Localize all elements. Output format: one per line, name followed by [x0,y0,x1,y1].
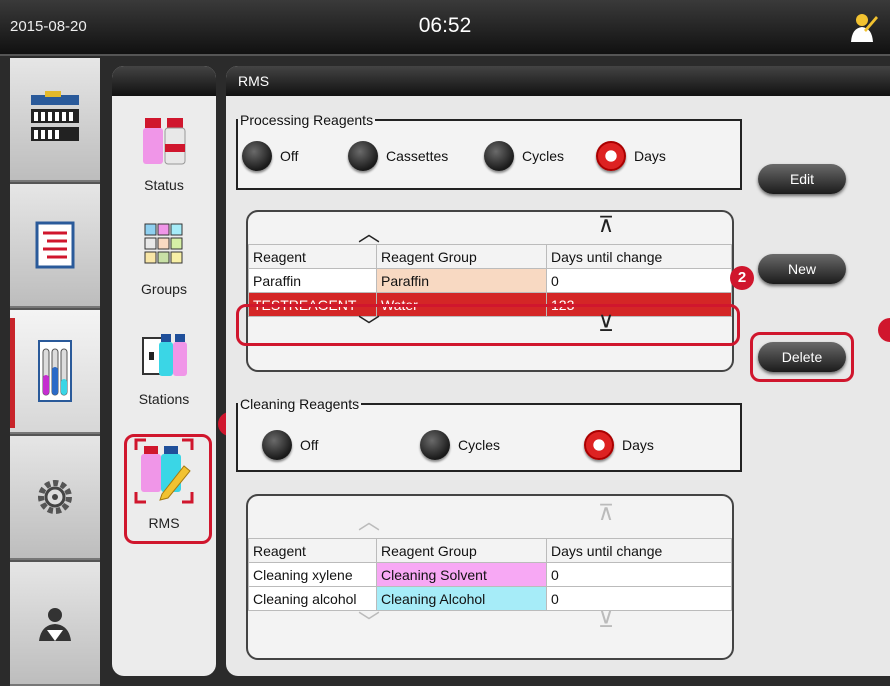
processing-option-days[interactable]: Days [596,141,666,171]
table-row[interactable]: Cleaning alcohol Cleaning Alcohol 0 [248,586,732,611]
radio-off-icon [420,430,450,460]
cleaning-option-cycles[interactable]: Cycles [420,430,500,460]
processing-option-cassettes[interactable]: Cassettes [348,141,448,171]
reagent-cell: Cleaning xylene [248,562,377,587]
gear-icon [38,480,72,514]
cleaning-reagents-table: ︿ ⊼ Reagent Reagent Group Days until cha… [246,494,734,660]
processing-option-cycles[interactable]: Cycles [484,141,564,171]
table-row[interactable]: Cleaning xylene Cleaning Solvent 0 [248,562,732,587]
radio-label: Off [280,148,299,164]
radio-label: Off [300,437,319,453]
radio-label: Cycles [522,148,565,164]
radio-label: Days [634,148,666,164]
cleaning-option-days[interactable]: Days [584,430,654,460]
submenu-status[interactable]: Status [112,114,216,193]
group-cell: Paraffin [376,268,547,293]
radio-off-icon [242,141,272,171]
nav-programs-list-button[interactable] [10,184,100,308]
delete-highlight-frame [750,332,854,382]
reagent-groups-icon [144,223,183,264]
nav-program-button[interactable] [10,58,100,182]
column-header: Days until change [546,538,732,563]
reagent-stations-icon [142,334,187,376]
edit-button[interactable]: Edit [758,164,846,194]
radio-off-icon [484,141,514,171]
processing-reagents-table: ︿ ⊼ Reagent Reagent Group Days until cha… [246,210,734,372]
submenu-groups-label: Groups [141,281,187,297]
submenu-stations-label: Stations [138,391,190,407]
scroll-bottom-icon: ⊻ [598,607,615,632]
list-icon [35,221,75,269]
days-cell: 0 [546,268,732,293]
scroll-up-icon[interactable]: ︿ [358,216,380,248]
radio-off-icon [262,430,292,460]
time-display: 06:52 [418,14,472,37]
nav-settings-button[interactable] [10,436,100,560]
scroll-top-icon: ⊼ [598,500,615,525]
table-header: Reagent Reagent Group Days until change [248,244,732,269]
scroll-down-row: ﹀ ⊻ [248,607,732,637]
reagent-tubes-icon [38,340,72,402]
status-bar: 2015-08-20 06:52 [0,0,890,56]
submenu-status-label: Status [144,177,184,193]
column-header: Days until change [546,244,732,269]
scroll-up-row: ︿ ⊼ [248,496,732,538]
column-header: Reagent Group [376,538,547,563]
submenu-stations[interactable]: Stations [112,328,216,407]
nav-reagents-button[interactable] [10,310,100,434]
user-icon[interactable] [848,10,880,44]
group-cell: Cleaning Solvent [376,562,547,587]
column-header: Reagent Group [376,244,547,269]
rms-highlight-frame [124,434,212,544]
active-indicator [10,318,15,428]
panel-title: RMS [226,66,890,96]
reagent-status-icon [143,118,186,165]
table-header: Reagent Reagent Group Days until change [248,538,732,563]
callout-badge-2: 2 [730,266,754,290]
column-header: Reagent [248,538,377,563]
row-highlight-frame [236,304,740,346]
program-overview-icon [31,91,79,141]
table-row[interactable]: Paraffin Paraffin 0 [248,268,732,293]
radio-label: Cassettes [386,148,449,164]
scroll-down-icon: ﹀ [358,610,381,635]
scroll-top-icon[interactable]: ⊼ [598,212,614,238]
submenu-groups[interactable]: Groups [112,218,216,297]
processing-reagents-legend: Processing Reagents [240,112,374,128]
radio-label: Days [622,437,654,453]
service-user-icon [39,608,71,641]
reagents-submenu: Status Groups Stations RMS [112,66,216,676]
cleaning-reagents-legend: Cleaning Reagents [240,396,360,412]
radio-off-icon [348,141,378,171]
radio-on-icon [584,430,614,460]
column-header: Reagent [248,244,377,269]
new-button[interactable]: New [758,254,846,284]
cleaning-option-off[interactable]: Off [262,430,318,460]
days-cell: 0 [546,586,732,611]
submenu-header [112,66,216,96]
group-cell: Cleaning Alcohol [376,586,547,611]
main-navigation [10,58,100,686]
processing-option-off[interactable]: Off [242,141,298,171]
days-cell: 0 [546,562,732,587]
radio-label: Cycles [458,437,501,453]
scroll-up-icon: ︿ [358,509,381,534]
scroll-up-row: ︿ ⊼ [248,212,732,246]
reagent-cell: Paraffin [248,268,377,293]
nav-user-button[interactable] [10,562,100,686]
radio-on-icon [596,141,626,171]
